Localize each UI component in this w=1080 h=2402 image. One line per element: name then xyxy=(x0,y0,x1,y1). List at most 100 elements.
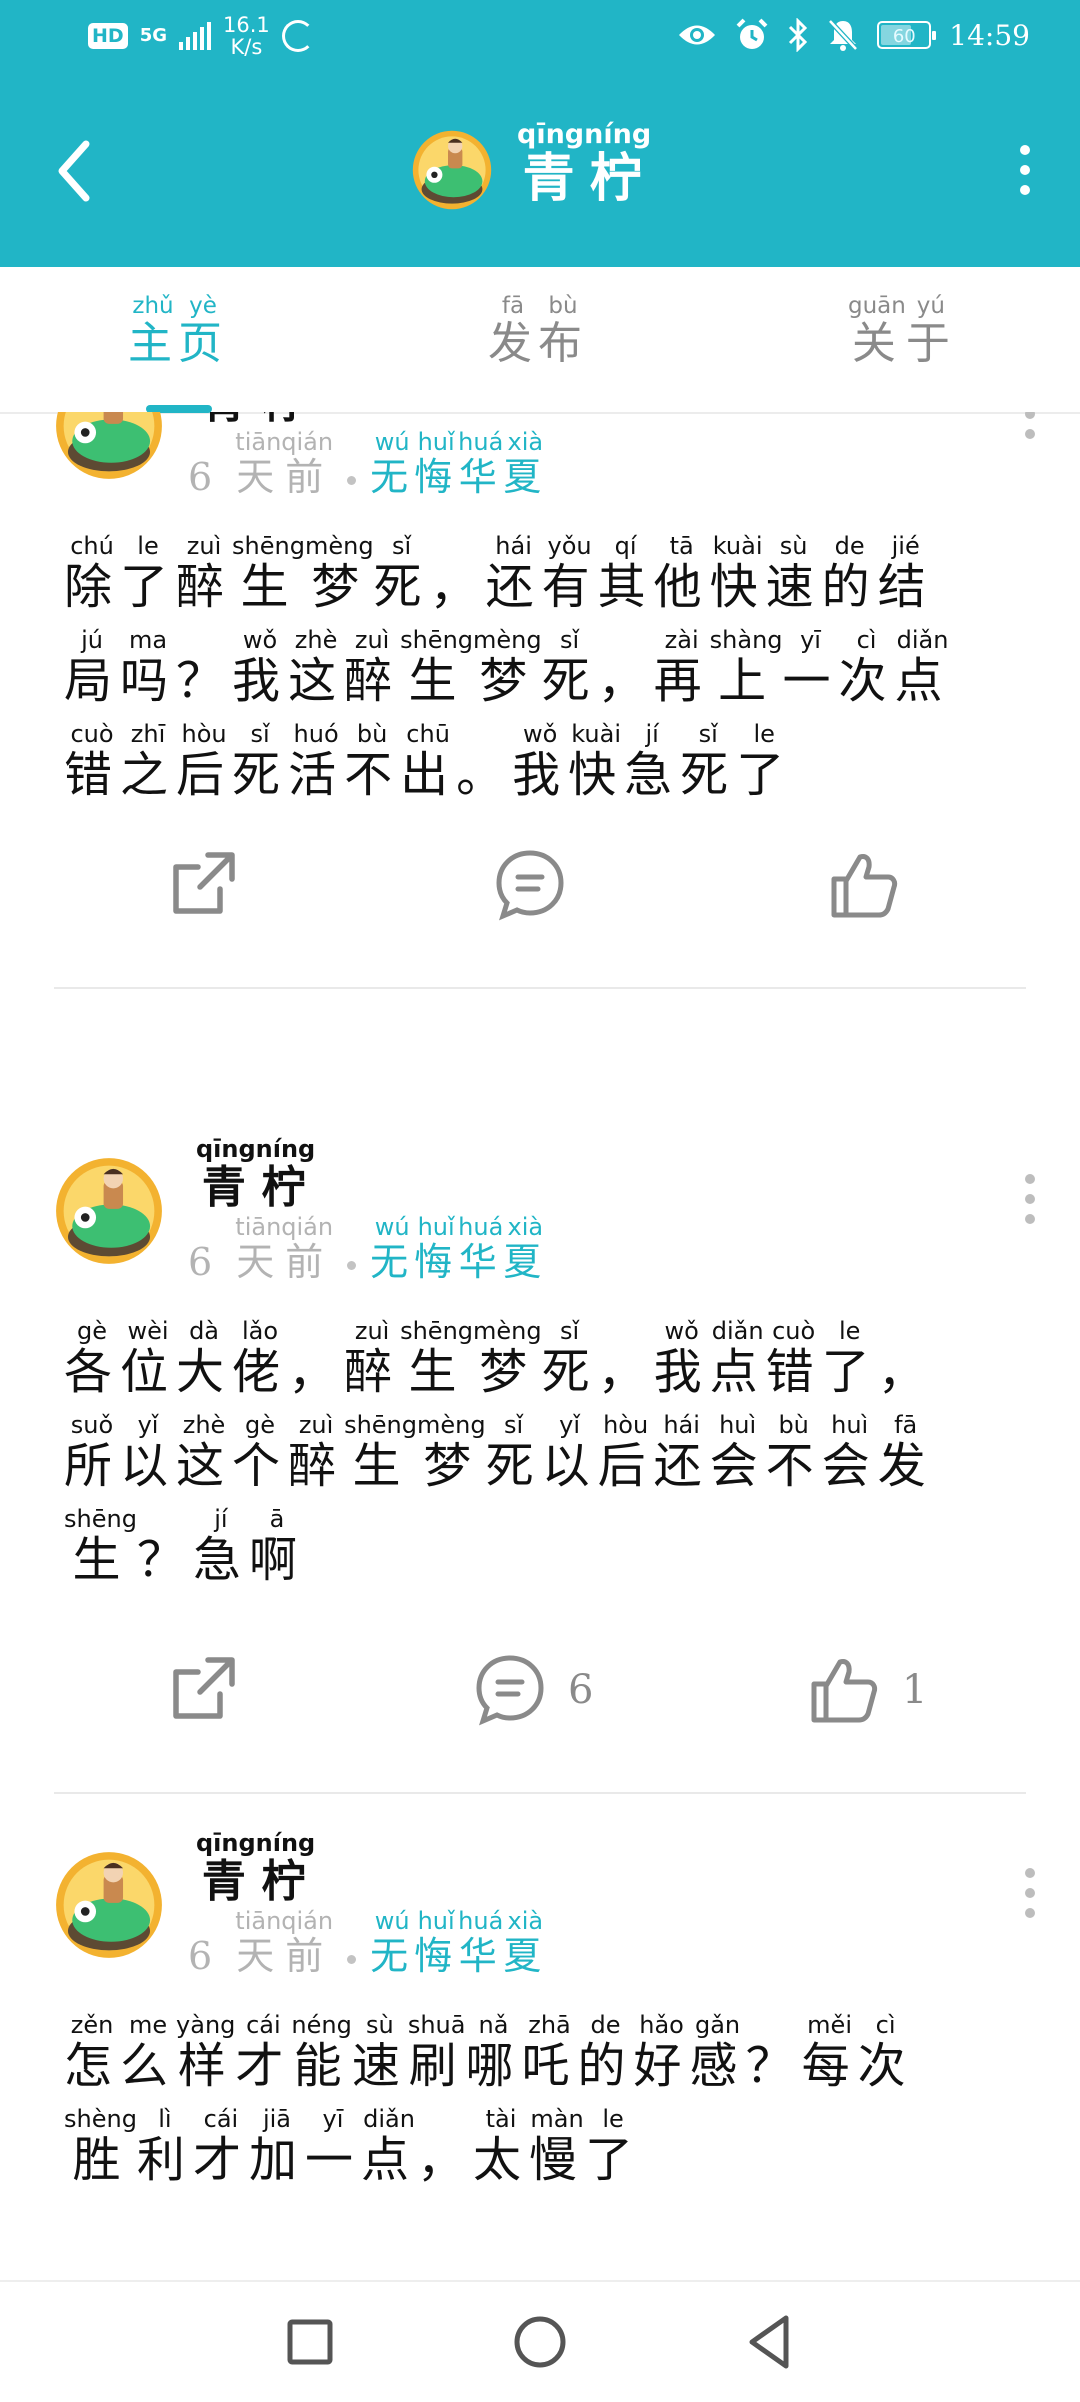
body-char: 感 xyxy=(689,2038,746,2094)
home-circle-icon[interactable] xyxy=(502,2304,578,2380)
body-char: 我 xyxy=(232,653,289,709)
back-arrow-icon[interactable] xyxy=(50,136,100,206)
body-pinyin: de xyxy=(577,2011,634,2039)
body-char: 出 xyxy=(400,747,457,803)
more-vertical-icon[interactable] xyxy=(1015,1863,1045,1923)
body-pinyin: bù xyxy=(765,1411,822,1439)
author-avatar[interactable] xyxy=(55,1157,163,1265)
body-char: 所 xyxy=(64,1438,121,1494)
eye-icon xyxy=(679,25,716,45)
tag-char: 华 xyxy=(458,1240,504,1284)
app-header: HD 5G 16.1 K/s 60 14:59 青qīng柠níng xyxy=(0,0,1080,267)
body-char: 速 xyxy=(351,2038,408,2094)
tab-about[interactable]: 关guān于yú xyxy=(848,293,956,371)
tag-pinyin: wú xyxy=(370,1213,415,1241)
share-button[interactable] xyxy=(168,849,238,919)
tab-home[interactable]: 主zhǔ页yè xyxy=(128,293,228,371)
body-char: 了 xyxy=(736,747,793,803)
share-button[interactable] xyxy=(168,1654,238,1724)
tab-publish[interactable]: 发fā布bù xyxy=(488,293,588,371)
post-card[interactable]: 青qīng柠níng6 天tiān前qián无wú悔huǐ华huá夏xià除ch… xyxy=(0,412,1080,989)
like-button[interactable]: 1 xyxy=(808,1654,927,1726)
post-body: 怎zěn么me样yàng才cái能néng速sù刷shuā哪nǎ吒zhā的de好… xyxy=(64,2011,984,2207)
body-pinyin: sǐ xyxy=(373,532,430,560)
thumbs-up-icon xyxy=(811,1659,878,1723)
author-avatar[interactable] xyxy=(55,412,163,480)
body-char: 之 xyxy=(120,747,177,803)
time-pinyin: qián xyxy=(281,1213,334,1241)
body-char: 次 xyxy=(857,2038,914,2094)
more-vertical-icon[interactable] xyxy=(1015,412,1045,444)
body-pinyin: shēng xyxy=(64,1505,137,1533)
share-icon xyxy=(173,1657,235,1719)
body-char: 后 xyxy=(176,747,233,803)
body-char: 生 xyxy=(344,1438,417,1494)
comment-button[interactable]: 6 xyxy=(474,1654,593,1726)
body-char: 有 xyxy=(541,559,598,615)
body-char: 醉 xyxy=(176,559,233,615)
post-card[interactable]: 青qīng柠níng 6 天tiān前qián无wú悔huǐ华huá夏xià 各gè… xyxy=(0,1074,1080,1794)
author-name[interactable]: 青qīng柠níng xyxy=(196,1829,315,1909)
time-char: 前 xyxy=(281,455,334,499)
body-char: 生 xyxy=(64,1532,137,1588)
body-pinyin: shàng xyxy=(709,626,783,654)
comment-button[interactable] xyxy=(494,849,588,921)
body-pinyin: jié xyxy=(877,532,934,560)
body-pinyin: huì xyxy=(709,1411,766,1439)
body-pinyin: sù xyxy=(765,532,822,560)
body-pinyin: zuì xyxy=(344,626,401,654)
network-speed: 16.1 K/s xyxy=(223,14,270,58)
body-pinyin: ma xyxy=(120,626,177,654)
tag-char: 无 xyxy=(370,1934,415,1978)
body-pinyin: gè xyxy=(232,1411,289,1439)
title-pinyin: níng xyxy=(584,119,652,150)
separator-dot xyxy=(347,1955,357,1964)
body-char: 个 xyxy=(232,1438,289,1494)
back-triangle-icon[interactable] xyxy=(732,2304,808,2380)
time-char: 天 xyxy=(235,1240,282,1284)
author-pinyin: níng xyxy=(255,1135,316,1163)
body-char: 梦 xyxy=(417,1438,486,1494)
speed-unit: K/s xyxy=(230,35,263,59)
post-card[interactable]: 青qīng柠níng 6 天tiān前qián 无wú悔huǐ华huá夏xià 怎zě… xyxy=(0,1768,1080,2280)
body-pinyin: zěn xyxy=(64,2011,121,2039)
author-char: 青 xyxy=(196,412,256,428)
body-char: 急 xyxy=(624,747,681,803)
game-tag[interactable]: 无wú悔huǐ华huá夏xià xyxy=(370,1213,547,1284)
time-pinyin: qián xyxy=(281,1907,334,1935)
tab-pinyin: bù xyxy=(538,293,588,319)
body-pinyin: wǒ xyxy=(232,626,289,654)
body-pinyin: sǐ xyxy=(541,1317,598,1345)
like-button[interactable] xyxy=(828,849,922,921)
game-tag[interactable]: 无wú悔huǐ华huá夏xià xyxy=(370,1907,547,1978)
tag-char: 悔 xyxy=(414,1934,459,1978)
post-feed[interactable]: 青qīng柠níng6 天tiān前qián无wú悔huǐ华huá夏xià除ch… xyxy=(0,412,1080,2280)
body-pinyin: jí xyxy=(624,720,681,748)
speed-value: 16.1 xyxy=(223,13,270,37)
body-char: 醉 xyxy=(344,1344,401,1400)
body-pinyin: hái xyxy=(485,532,542,560)
body-char: 哪 xyxy=(465,2038,522,2094)
body-pinyin: cái xyxy=(192,2105,249,2133)
body-pinyin: zuì xyxy=(288,1411,345,1439)
game-tag[interactable]: 无wú悔huǐ华huá夏xià xyxy=(370,428,547,499)
tag-pinyin: xià xyxy=(503,1213,548,1241)
body-char: 梦 xyxy=(304,559,374,615)
body-pinyin: le xyxy=(120,532,177,560)
recents-square-icon[interactable] xyxy=(272,2304,348,2380)
more-vertical-icon[interactable] xyxy=(1015,1169,1045,1229)
more-vertical-icon[interactable] xyxy=(1010,140,1040,200)
body-pinyin: le xyxy=(821,1317,878,1345)
body-pinyin: shèng xyxy=(64,2105,137,2133)
body-char: 一 xyxy=(782,653,839,709)
body-char: 不 xyxy=(344,747,401,803)
author-avatar[interactable] xyxy=(55,1851,163,1959)
body-pinyin: sǐ xyxy=(680,720,737,748)
body-char: 死 xyxy=(232,747,289,803)
body-char: 错 xyxy=(64,747,121,803)
body-pinyin: de xyxy=(821,532,878,560)
comment-count: 6 xyxy=(568,1667,594,1713)
author-char: 青 xyxy=(196,1856,256,1907)
author-name[interactable]: 青qīng柠níng xyxy=(196,1135,316,1215)
body-char: 吒 xyxy=(521,2038,578,2094)
